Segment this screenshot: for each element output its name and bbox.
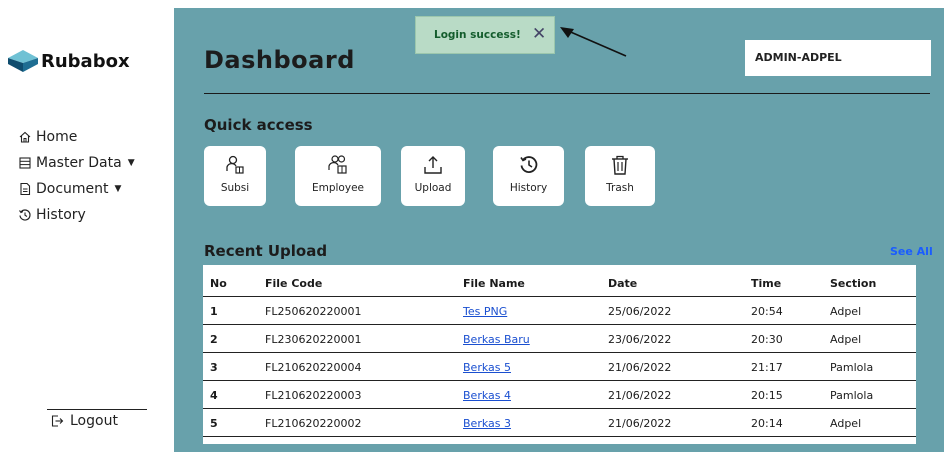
main-content: Dashboard ADMIN-ADPEL Login success! ✕ Q… [174, 8, 944, 452]
table-header: No File Code File Name Date Time Section [203, 269, 916, 297]
sidebar: Rubabox Home Master Data ▼ Document ▼ Hi… [0, 8, 174, 452]
table-row: 2 FL230620220001 Berkas Baru 23/06/2022 … [203, 325, 916, 353]
quick-access-trash[interactable]: Trash [585, 146, 655, 206]
users-box-icon [328, 155, 347, 174]
tile-label: Subsi [220, 182, 250, 194]
cell-no: 1 [210, 305, 218, 318]
upload-icon [424, 156, 442, 174]
logout-icon [50, 414, 64, 428]
file-name-link[interactable]: Berkas Baru [463, 333, 530, 346]
table-icon [18, 156, 32, 170]
sidebar-item-label: Document [36, 181, 109, 197]
cell-time: 20:14 [751, 417, 783, 430]
sidebar-item-label: History [36, 207, 86, 223]
column-header[interactable]: No [210, 277, 227, 290]
cell-time: 20:30 [751, 333, 783, 346]
table-row: 5 FL210620220002 Berkas 3 21/06/2022 20:… [203, 409, 916, 437]
sidebar-item-label: Master Data [36, 155, 122, 171]
sidebar-item-history[interactable]: History [18, 202, 135, 228]
column-header[interactable]: Section [830, 277, 876, 290]
cell-no: 2 [210, 333, 218, 346]
cell-no: 4 [210, 389, 218, 402]
sidebar-item-document[interactable]: Document ▼ [18, 176, 135, 202]
see-all-link[interactable]: See All [890, 245, 933, 258]
cell-section: Adpel [830, 305, 862, 318]
tile-label: History [509, 182, 548, 194]
logout-divider [47, 409, 147, 410]
column-header[interactable]: File Name [463, 277, 525, 290]
table-row: 3 FL210620220004 Berkas 5 21/06/2022 21:… [203, 353, 916, 381]
column-header[interactable]: Time [751, 277, 781, 290]
trash-icon [612, 155, 628, 175]
cell-section: Adpel [830, 333, 862, 346]
tile-label: Upload [414, 182, 452, 194]
cell-section: Pamlola [830, 361, 874, 374]
cell-file-code: FL250620220001 [265, 305, 362, 318]
cell-file-code: FL210620220002 [265, 417, 362, 430]
toast-message: Login success! [434, 29, 521, 41]
history-icon [519, 156, 537, 173]
recent-upload-title: Recent Upload [204, 242, 328, 260]
cell-date: 23/06/2022 [608, 333, 672, 346]
column-header[interactable]: File Code [265, 277, 322, 290]
user-badge[interactable]: ADMIN-ADPEL [745, 40, 931, 76]
cell-no: 3 [210, 361, 218, 374]
sidebar-item-label: Home [36, 129, 78, 145]
close-icon[interactable]: ✕ [532, 24, 546, 44]
caret-down-icon: ▼ [114, 184, 122, 194]
brand-logo[interactable]: Rubabox [8, 50, 130, 72]
file-name-link[interactable]: Berkas 4 [463, 389, 511, 402]
document-icon [18, 182, 32, 196]
cell-time: 21:17 [751, 361, 783, 374]
sidebar-item-master-data[interactable]: Master Data ▼ [18, 150, 135, 176]
cell-time: 20:15 [751, 389, 783, 402]
tile-label: Trash [606, 182, 634, 194]
cell-file-code: FL210620220003 [265, 389, 362, 402]
cell-no: 5 [210, 417, 218, 430]
sidebar-item-home[interactable]: Home [18, 124, 135, 150]
brand-name: Rubabox [41, 50, 130, 72]
history-icon [18, 208, 32, 222]
login-toast: Login success! ✕ [415, 16, 555, 54]
quick-access-upload[interactable]: Upload [401, 146, 465, 206]
cell-date: 21/06/2022 [608, 361, 672, 374]
user-box-icon [226, 155, 244, 174]
logout-label: Logout [70, 413, 118, 429]
column-header[interactable]: Date [608, 277, 637, 290]
cell-section: Pamlola [830, 389, 874, 402]
cell-date: 21/06/2022 [608, 417, 672, 430]
quick-access-employee[interactable]: Employee [295, 146, 381, 206]
file-name-link[interactable]: Tes PNG [463, 305, 507, 318]
header-divider [204, 93, 930, 94]
cell-date: 25/06/2022 [608, 305, 672, 318]
home-icon [18, 130, 32, 144]
caret-down-icon: ▼ [127, 158, 135, 168]
rubabox-logo-icon [8, 50, 38, 72]
page-title: Dashboard [204, 46, 355, 74]
tile-label: Employee [311, 182, 364, 194]
recent-upload-table: No File Code File Name Date Time Section… [203, 265, 916, 444]
logout-button[interactable]: Logout [50, 413, 118, 429]
quick-access-history[interactable]: History [493, 146, 564, 206]
user-name: ADMIN-ADPEL [755, 51, 842, 64]
table-row: 1 FL250620220001 Tes PNG 25/06/2022 20:5… [203, 297, 916, 325]
file-name-link[interactable]: Berkas 5 [463, 361, 511, 374]
quick-access-subsi[interactable]: Subsi [204, 146, 266, 206]
quick-access-title: Quick access [204, 116, 313, 134]
cell-file-code: FL210620220004 [265, 361, 362, 374]
annotation-arrow-icon [560, 27, 627, 57]
cell-time: 20:54 [751, 305, 783, 318]
file-name-link[interactable]: Berkas 3 [463, 417, 511, 430]
table-row: 4 FL210620220003 Berkas 4 21/06/2022 20:… [203, 381, 916, 409]
cell-date: 21/06/2022 [608, 389, 672, 402]
sidebar-nav: Home Master Data ▼ Document ▼ History [18, 124, 135, 228]
cell-section: Adpel [830, 417, 862, 430]
cell-file-code: FL230620220001 [265, 333, 362, 346]
